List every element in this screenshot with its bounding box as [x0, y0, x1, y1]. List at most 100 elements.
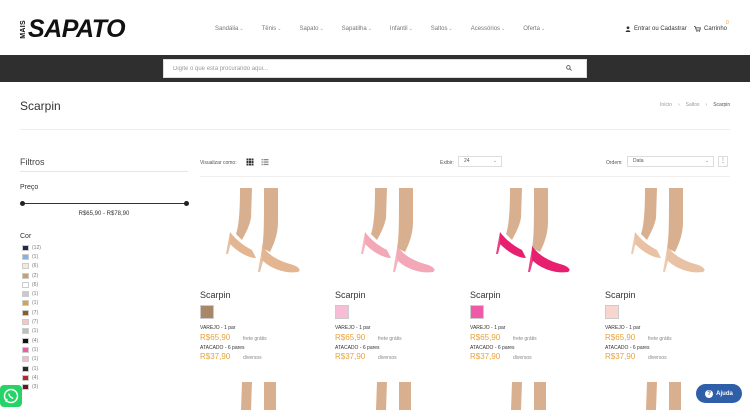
- color-filter-item[interactable]: (7): [22, 317, 41, 326]
- question-icon: ?: [705, 389, 714, 398]
- color-filter-item[interactable]: (1): [22, 364, 41, 373]
- product-image[interactable]: [623, 188, 709, 282]
- color-filter-item[interactable]: (2): [22, 271, 41, 280]
- wholesale-note: diversos: [648, 355, 667, 361]
- product-color-swatch[interactable]: [200, 305, 214, 319]
- color-count: (7): [32, 319, 39, 326]
- color-filter-item[interactable]: (12): [22, 243, 41, 252]
- color-filter-item[interactable]: (3): [22, 382, 41, 391]
- color-swatch: [22, 384, 29, 391]
- color-count: (6): [32, 281, 39, 288]
- grid-view-icon[interactable]: [246, 158, 254, 166]
- color-swatch: [22, 337, 29, 344]
- nav-item-saltos[interactable]: Saltos⌄: [431, 26, 453, 32]
- color-filter-item[interactable]: (4): [22, 373, 41, 382]
- nav-item-sandalia[interactable]: Sandália⌄: [215, 26, 244, 32]
- color-filter-item[interactable]: (1): [22, 345, 41, 354]
- wholesale-price: R$37,90: [470, 352, 501, 361]
- wholesale-label: ATACADO - 6 pares: [470, 345, 515, 351]
- color-swatch: [22, 328, 29, 335]
- wholesale-label: ATACADO - 6 pares: [200, 345, 245, 351]
- cart-label: Carrinho: [704, 26, 728, 32]
- color-filter-label: Cor: [20, 233, 32, 240]
- color-swatch: [22, 309, 29, 316]
- nav-item-acessorios[interactable]: Acessórios⌄: [471, 26, 506, 32]
- toolbar-divider: [200, 176, 730, 177]
- site-logo[interactable]: MAIS SAPATO: [20, 16, 126, 42]
- product-color-swatch[interactable]: [605, 305, 619, 319]
- color-filter-item[interactable]: (1): [22, 289, 41, 298]
- breadcrumb-saltos[interactable]: Saltos: [686, 102, 700, 108]
- product-image-next-row[interactable]: [488, 382, 574, 410]
- product-name[interactable]: Scarpin: [200, 290, 231, 300]
- show-label: Exibir:: [440, 160, 454, 166]
- color-swatch: [22, 281, 29, 288]
- retail-note: frete grátis: [513, 336, 537, 342]
- color-filter-item[interactable]: (7): [22, 308, 41, 317]
- breadcrumb-current: Scarpin: [713, 102, 731, 108]
- wholesale-label: ATACADO - 6 pares: [335, 345, 380, 351]
- color-filter-item[interactable]: (1): [22, 327, 41, 336]
- color-swatch: [22, 374, 29, 381]
- price-range-max-handle[interactable]: [183, 201, 189, 206]
- cart-link[interactable]: Carrinho: [694, 26, 727, 32]
- retail-price: R$65,90: [470, 333, 501, 342]
- whatsapp-icon: [3, 388, 19, 404]
- retail-price: R$65,90: [605, 333, 636, 342]
- nav-label: Sapato: [299, 26, 319, 32]
- account-label: Entrar ou Cadastrar: [634, 26, 687, 32]
- color-swatch: [22, 272, 29, 279]
- nav-label: Sapatilha: [341, 26, 367, 32]
- chevron-down-icon: ⌄: [492, 158, 497, 164]
- breadcrumb-home[interactable]: Início: [660, 102, 672, 108]
- nav-item-infantil[interactable]: Infantil⌄: [390, 26, 413, 32]
- retail-label: VAREJO - 1 par: [335, 325, 371, 331]
- sort-direction-button[interactable]: ⋮: [718, 156, 728, 167]
- product-image[interactable]: [488, 188, 574, 282]
- price-range-min-handle[interactable]: [19, 201, 25, 206]
- color-filter-item[interactable]: (6): [22, 280, 41, 289]
- color-filter-item[interactable]: (1): [22, 252, 41, 261]
- color-count: (1): [32, 300, 39, 307]
- search-icon[interactable]: [566, 65, 572, 71]
- product-image[interactable]: [353, 188, 439, 282]
- site-header: MAIS SAPATO Sandália⌄ Tênis⌄ Sapato⌄ Sap…: [0, 0, 750, 55]
- wholesale-note: diversos: [513, 355, 532, 361]
- color-count: (4): [32, 374, 39, 381]
- color-count: (2): [32, 272, 39, 279]
- product-image[interactable]: [218, 188, 304, 282]
- color-filter-item[interactable]: (4): [22, 336, 41, 345]
- whatsapp-button[interactable]: [0, 385, 22, 407]
- product-color-swatch[interactable]: [470, 305, 484, 319]
- color-swatch: [22, 291, 29, 298]
- chevron-down-icon: ⌄: [704, 158, 709, 164]
- nav-item-sapato[interactable]: Sapato⌄: [299, 26, 323, 32]
- color-filter-item[interactable]: (6): [22, 262, 41, 271]
- help-button[interactable]: ? Ajuda: [696, 384, 742, 403]
- filters-title: Filtros: [20, 157, 45, 167]
- color-filter-item[interactable]: (1): [22, 299, 41, 308]
- nav-item-tenis[interactable]: Tênis⌄: [262, 26, 282, 32]
- color-count: (6): [32, 263, 39, 270]
- nav-item-sapatilha[interactable]: Sapatilha⌄: [342, 26, 372, 32]
- product-image-next-row[interactable]: [353, 382, 439, 410]
- list-view-icon[interactable]: [261, 158, 269, 166]
- color-swatch: [22, 365, 29, 372]
- color-swatch: [22, 356, 29, 363]
- product-color-swatch[interactable]: [335, 305, 349, 319]
- account-link[interactable]: Entrar ou Cadastrar: [625, 26, 687, 32]
- color-filter-item[interactable]: (1): [22, 355, 41, 364]
- product-image-next-row[interactable]: [218, 382, 304, 410]
- nav-item-oferta[interactable]: Oferta⌄: [523, 26, 545, 32]
- product-name[interactable]: Scarpin: [470, 290, 501, 300]
- order-value: Data: [633, 158, 644, 164]
- product-name[interactable]: Scarpin: [335, 290, 366, 300]
- color-swatch: [22, 300, 29, 307]
- nav-label: Tênis: [261, 26, 277, 32]
- main-nav: Sandália⌄ Tênis⌄ Sapato⌄ Sapatilha⌄ Infa…: [215, 26, 563, 32]
- search-input[interactable]: [164, 60, 554, 77]
- product-name[interactable]: Scarpin: [605, 290, 636, 300]
- retail-label: VAREJO - 1 par: [470, 325, 506, 331]
- show-count-select[interactable]: 24 ⌄: [458, 156, 502, 167]
- order-select[interactable]: Data ⌄: [627, 156, 714, 167]
